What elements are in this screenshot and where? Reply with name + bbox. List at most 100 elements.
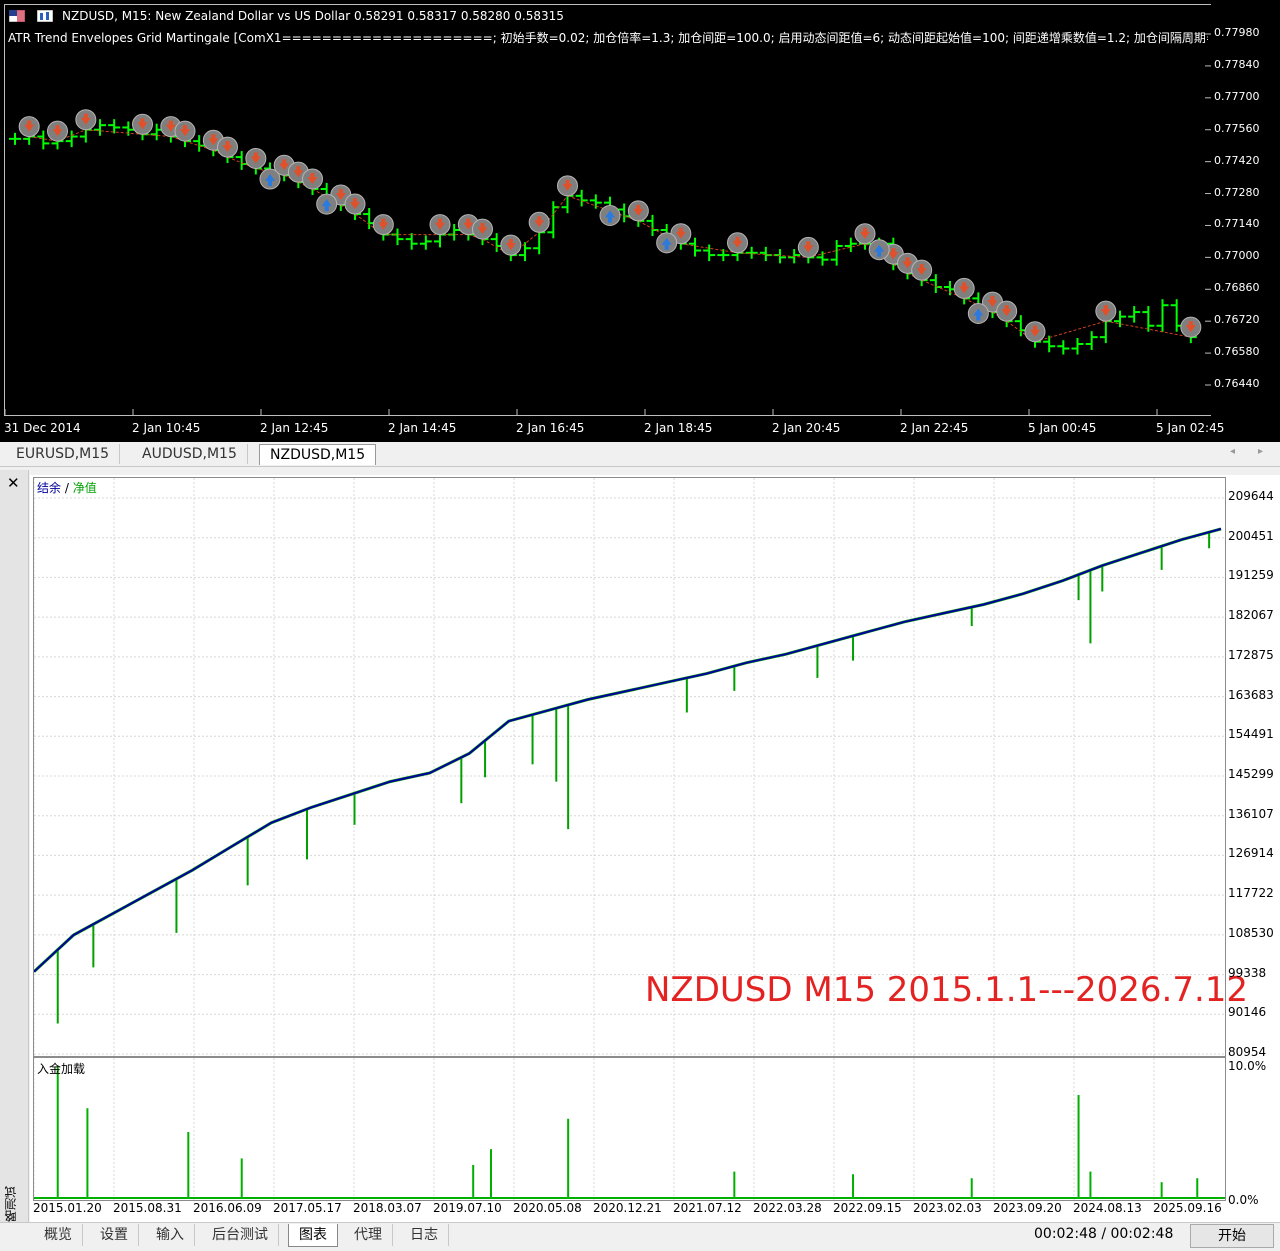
- price-tick-label: 0.77140: [1214, 217, 1260, 231]
- sell-arrow-stem: [310, 172, 315, 178]
- tab-backtest[interactable]: 后台测试: [202, 1224, 279, 1246]
- y-axis-label: 108530: [1228, 925, 1274, 940]
- tab-graph[interactable]: 图表: [288, 1224, 338, 1247]
- price-chart-window[interactable]: NZDUSD, M15: New Zealand Dollar vs US Do…: [0, 0, 1280, 442]
- sell-arrow-stem: [381, 218, 386, 224]
- sell-arrow-stem: [480, 223, 485, 229]
- sell-arrow-stem: [1103, 305, 1108, 311]
- sell-arrow-stem: [1033, 325, 1037, 331]
- sell-arrow-stem: [338, 188, 343, 194]
- price-tick-label: 0.76720: [1214, 313, 1260, 327]
- time-tick-label: 2 Jan 18:45: [644, 421, 713, 435]
- buy-arrow-stem: [664, 244, 669, 250]
- chart-window-icon: [37, 10, 53, 22]
- sell-arrow-stem: [735, 236, 740, 242]
- sell-arrow-stem: [919, 264, 924, 270]
- tab-journal[interactable]: 日志: [400, 1224, 449, 1246]
- symbol-line: NZDUSD, M15: New Zealand Dollar vs US Do…: [62, 9, 564, 23]
- sell-arrow-stem: [27, 120, 32, 126]
- trade-link: [1034, 320, 1106, 343]
- sell-arrow-stem: [466, 218, 471, 224]
- elapsed-timer: 00:02:48 / 00:02:48: [1034, 1226, 1174, 1242]
- x-axis-label: 2023.09.20: [993, 1201, 1062, 1215]
- scroll-right-icon[interactable]: ▸: [1258, 446, 1263, 457]
- x-axis-label: 2025.09.16: [1153, 1201, 1222, 1215]
- y-axis-label: 90146: [1228, 1005, 1267, 1020]
- tab-agents[interactable]: 代理: [344, 1224, 393, 1246]
- sell-arrow-stem: [508, 239, 513, 245]
- y-axis-label: 191259: [1228, 568, 1274, 583]
- y-axis-label: 209644: [1228, 489, 1274, 503]
- sell-arrow-stem: [1004, 305, 1009, 311]
- y-axis-label: 163683: [1228, 687, 1274, 702]
- time-tick-label: 2 Jan 20:45: [772, 421, 841, 435]
- sell-arrow-stem: [211, 134, 216, 140]
- deposit-y-min: 0.0%: [1228, 1193, 1259, 1207]
- time-tick-label: 2 Jan 10:45: [132, 421, 201, 435]
- price-chart-svg: [4, 33, 1211, 415]
- time-tick-label: 31 Dec 2014: [4, 421, 81, 435]
- y-axis-label: 117722: [1228, 886, 1274, 901]
- time-tick-label: 5 Jan 02:45: [1156, 421, 1225, 435]
- x-axis-label: 2022.09.15: [833, 1201, 902, 1215]
- time-tick-label: 2 Jan 12:45: [260, 421, 329, 435]
- close-icon[interactable]: ✕: [7, 474, 20, 492]
- sell-arrow-stem: [1188, 321, 1193, 327]
- sell-arrow-stem: [990, 296, 995, 302]
- deposit-load-chart[interactable]: [33, 1057, 1226, 1201]
- sell-arrow-stem: [537, 216, 542, 222]
- price-tick-label: 0.76860: [1214, 281, 1260, 295]
- price-plot-area[interactable]: [4, 4, 1211, 416]
- equity-line: [32, 527, 1222, 973]
- y-axis-label: 172875: [1228, 647, 1274, 662]
- sell-arrow-stem: [863, 227, 867, 233]
- sell-arrow-stem: [806, 241, 811, 247]
- sell-arrow-stem: [891, 248, 896, 254]
- overlay-caption: NZDUSD M15 2015.1.1---2026.7.12: [645, 970, 1249, 1010]
- legend-separator: /: [61, 481, 73, 495]
- sell-arrow-stem: [636, 204, 641, 210]
- x-axis-label: 2021.07.12: [673, 1201, 742, 1215]
- price-tick-label: 0.77560: [1214, 121, 1260, 135]
- tab-nzdusd[interactable]: NZDUSD,M15: [259, 444, 377, 465]
- flag-icon: [9, 10, 25, 22]
- price-tick-label: 0.76580: [1214, 345, 1260, 359]
- start-button[interactable]: 开始: [1190, 1224, 1274, 1248]
- indicator-line: ATR Trend Envelopes Grid Martingale [Com…: [8, 31, 1208, 45]
- chart-legend: 结余 / 净值: [37, 479, 97, 496]
- sell-arrow-stem: [168, 120, 173, 126]
- x-axis-label: 2022.03.28: [753, 1201, 822, 1215]
- tab-overview[interactable]: 概览: [34, 1224, 83, 1246]
- time-tick-label: 2 Jan 22:45: [900, 421, 969, 435]
- tab-inputs[interactable]: 输入: [146, 1224, 195, 1246]
- legend-equity: 净值: [72, 481, 97, 495]
- time-tick-label: 5 Jan 00:45: [1028, 421, 1097, 435]
- y-axis-label: 200451: [1228, 528, 1274, 543]
- tab-eurusd[interactable]: EURUSD,M15: [6, 444, 121, 464]
- tab-settings[interactable]: 设置: [90, 1224, 139, 1246]
- y-axis-label: 154491: [1228, 727, 1274, 742]
- sell-arrow-stem: [678, 227, 683, 233]
- buy-arrow-stem: [608, 217, 612, 223]
- sell-arrow-stem: [296, 166, 301, 172]
- x-axis-label: 2018.03.07: [353, 1201, 422, 1215]
- price-tick-label: 0.77420: [1214, 153, 1260, 167]
- price-tick-label: 0.76440: [1214, 377, 1260, 390]
- y-axis-label: 80954: [1228, 1045, 1267, 1059]
- sell-arrow-stem: [140, 118, 145, 124]
- x-axis-label: 2015.08.31: [113, 1201, 182, 1215]
- y-axis-label: 136107: [1228, 806, 1274, 821]
- price-tick-label: 0.77700: [1214, 89, 1260, 103]
- sell-arrow-stem: [905, 257, 910, 263]
- buy-arrow-stem: [976, 315, 981, 321]
- price-tick-label: 0.77280: [1214, 185, 1260, 199]
- y-axis-label: 182067: [1228, 608, 1274, 623]
- scroll-left-icon[interactable]: ◂: [1230, 446, 1235, 457]
- y-axis-label: 99338: [1228, 965, 1267, 980]
- tab-audusd[interactable]: AUDUSD,M15: [132, 444, 248, 464]
- price-tick-label: 0.77000: [1214, 249, 1260, 263]
- sell-arrow-stem: [353, 198, 357, 204]
- sell-arrow-stem: [225, 141, 230, 147]
- balance-line: [33, 527, 1222, 973]
- sell-arrow-stem: [183, 125, 187, 131]
